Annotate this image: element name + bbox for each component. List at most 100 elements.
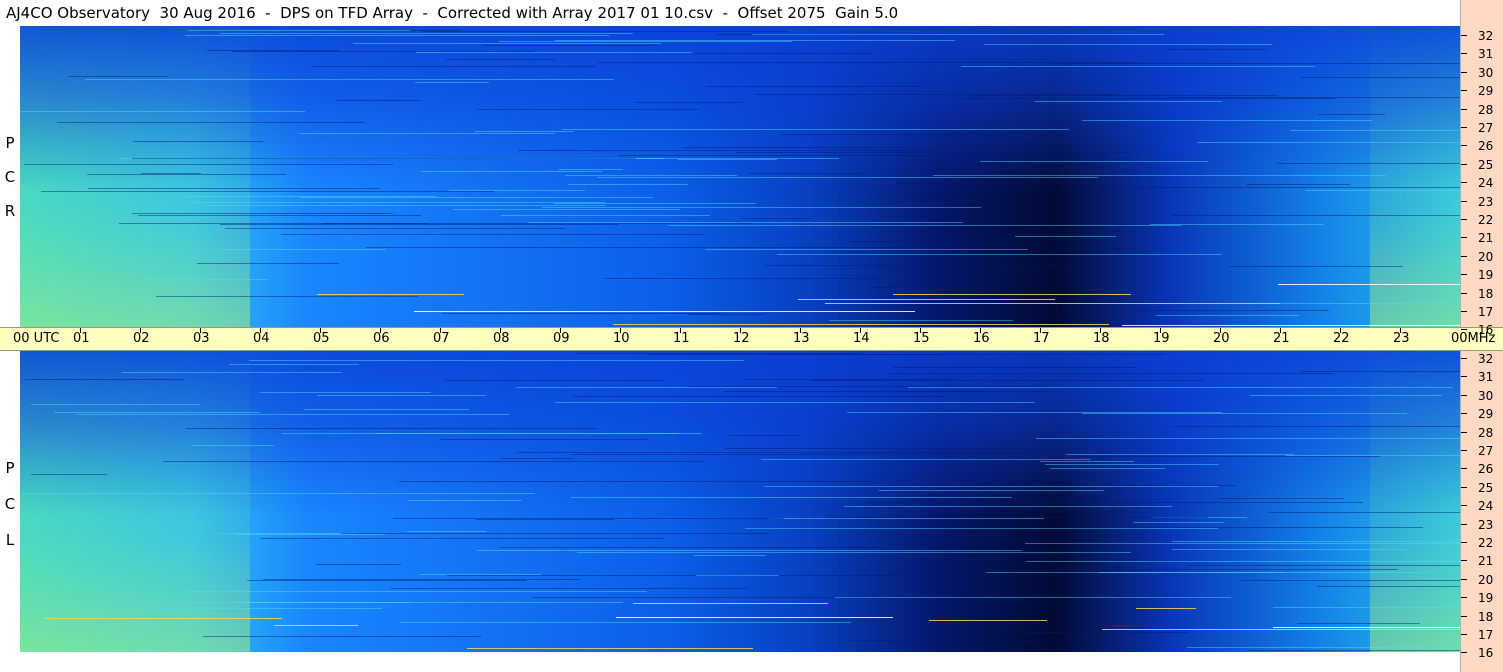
time-label: 06: [373, 331, 390, 346]
spectro-streak: [414, 311, 915, 312]
spectro-streak: [191, 202, 605, 203]
freq-tick: [1461, 108, 1467, 110]
freq-tick: [1461, 90, 1467, 92]
spectro-streak: [898, 391, 985, 392]
lcp-letter-3: L: [5, 531, 15, 549]
spectro-streak: [1297, 623, 1420, 624]
rcp-spectrogram-image: [20, 26, 1460, 327]
spectro-streak: [668, 225, 1181, 226]
spectro-streak: [181, 196, 436, 197]
window-title: AJ4CO Observatory 30 Aug 2016 - DPS on T…: [0, 0, 1460, 26]
spectro-streak: [1300, 371, 1460, 372]
spectro-streak: [391, 588, 747, 589]
spectro-streak: [499, 41, 792, 42]
spectro-streak: [1045, 464, 1219, 465]
spectro-streak: [769, 518, 1044, 519]
freq-tick: [1461, 274, 1467, 276]
freq-tick-label: 23: [1478, 194, 1494, 209]
spectro-streak: [476, 519, 614, 520]
spectro-streak: [186, 428, 597, 429]
spectro-streak: [562, 129, 1069, 130]
spectro-streak: [1248, 650, 1460, 651]
spectro-streak: [1097, 527, 1423, 528]
spectro-streak: [798, 299, 1055, 300]
spectro-streak: [688, 314, 765, 315]
spectro-streak: [482, 45, 657, 46]
time-label-start: 00 UTC: [13, 331, 60, 346]
freq-tick: [1461, 652, 1467, 654]
freq-tick-label: 32: [1478, 29, 1494, 43]
spectro-streak: [893, 367, 1136, 368]
spectro-streak: [568, 184, 688, 185]
spectro-streak: [421, 171, 602, 172]
time-axis: 00 UTC 01 02 03 04 05 06 07 08 09 10 11 12 13 14 15 16 1…: [0, 327, 1503, 351]
spectro-streak: [811, 380, 1203, 381]
time-label: 12: [733, 331, 750, 346]
spectro-streak: [304, 409, 469, 410]
spectro-streak: [616, 617, 893, 618]
spectro-streak: [577, 552, 1131, 553]
spectro-streak: [322, 223, 751, 224]
freq-tick: [1461, 53, 1467, 55]
spectro-streak: [439, 439, 647, 440]
time-label: 19: [1153, 331, 1170, 346]
spectro-streak: [835, 597, 1231, 598]
spectro-streak: [554, 203, 756, 204]
spectro-streak: [1218, 498, 1344, 499]
rcp-letter-1: P: [5, 134, 15, 152]
freq-tick: [1461, 450, 1467, 451]
spectro-streak: [929, 620, 1047, 621]
spectro-streak: [1301, 77, 1460, 78]
spectro-streak: [247, 580, 526, 581]
freq-tick-label: 24: [1478, 176, 1494, 191]
spectro-streak: [849, 640, 1035, 641]
spectro-streak: [1290, 130, 1460, 131]
spectro-streak: [1000, 303, 1460, 304]
spectro-streak: [1273, 607, 1460, 608]
spectro-streak: [1082, 120, 1372, 121]
spectro-streak: [1269, 512, 1460, 513]
spectro-streak: [442, 313, 721, 314]
spectro-streak: [826, 517, 1208, 518]
rcp-spectrogram[interactable]: [20, 26, 1460, 327]
spectro-streak: [1066, 454, 1294, 455]
spectro-streak: [300, 197, 653, 198]
freq-tick-label: 17: [1478, 628, 1494, 642]
freq-tick: [1461, 358, 1467, 359]
freq-tick-label: 18: [1478, 286, 1494, 301]
freq-tick: [1461, 329, 1467, 331]
freq-tick-label: 26: [1478, 139, 1494, 154]
spectro-streak: [416, 52, 692, 53]
lcp-spectrogram[interactable]: [20, 351, 1460, 652]
spectro-streak: [597, 62, 1134, 63]
spectro-streak: [755, 94, 1120, 95]
spectro-streak: [87, 174, 286, 175]
freq-tick: [1461, 413, 1467, 415]
freq-tick-label: 27: [1478, 121, 1494, 135]
spectro-streak: [694, 555, 766, 556]
spectro-streak: [1004, 162, 1097, 163]
spectro-streak: [542, 207, 981, 208]
spectro-streak: [749, 173, 866, 174]
spectro-streak: [559, 169, 623, 170]
spectro-streak: [281, 234, 705, 235]
spectro-streak: [1099, 187, 1460, 188]
freq-tick: [1461, 523, 1467, 525]
spectro-streak: [317, 294, 464, 295]
spectro-streak: [317, 395, 486, 396]
spectro-streak: [1133, 522, 1224, 523]
spectro-streak: [341, 533, 768, 534]
spectro-streak: [1102, 629, 1460, 630]
freq-tick: [1461, 219, 1467, 220]
spectro-streak: [941, 626, 1023, 627]
spectro-streak: [571, 497, 1012, 498]
freq-tick: [1461, 163, 1467, 165]
time-label: 11: [673, 331, 690, 346]
spectro-streak: [206, 205, 606, 206]
spectro-streak: [1040, 461, 1134, 462]
spectro-streak: [735, 152, 1130, 153]
spectro-streak: [1239, 580, 1460, 581]
spectro-streak: [555, 402, 1035, 403]
spectro-streak: [181, 591, 647, 592]
spectro-streak: [695, 53, 874, 54]
